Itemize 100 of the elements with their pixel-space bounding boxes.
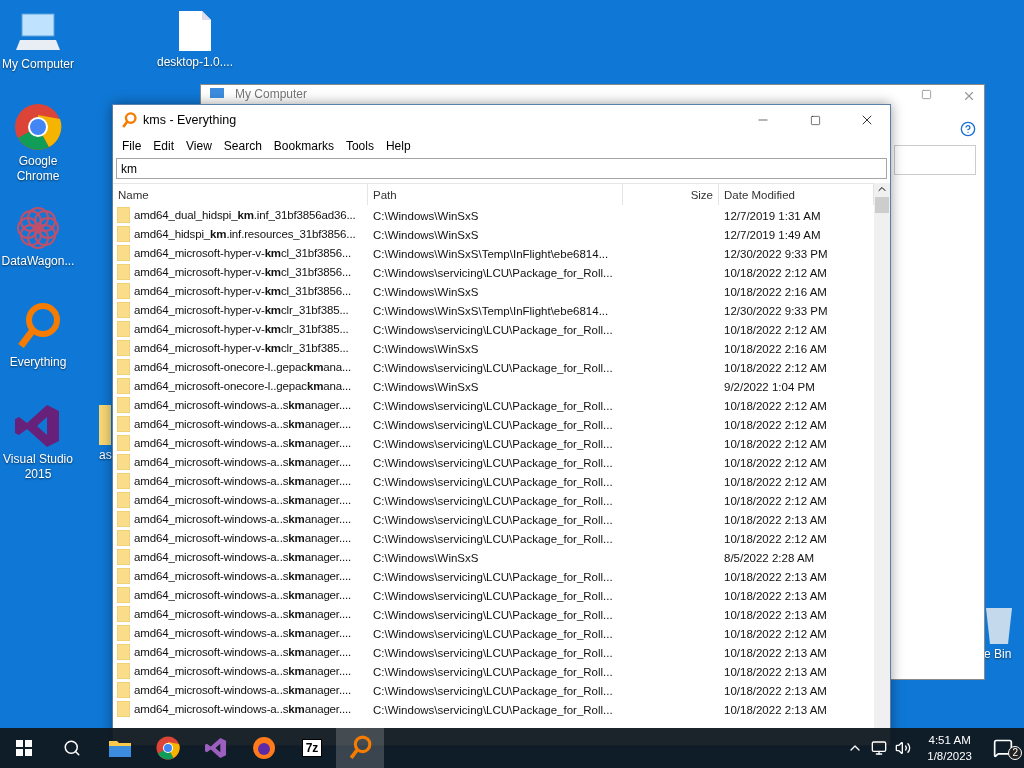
folder-icon bbox=[117, 472, 130, 489]
file-name: amd64_microsoft-windows-a..skmanager.... bbox=[134, 550, 352, 563]
file-name: amd64_microsoft-onecore-l..gepackmana... bbox=[134, 360, 352, 373]
menu-item[interactable]: Bookmarks bbox=[267, 135, 340, 156]
folder-icon bbox=[117, 586, 130, 603]
app-label: 7z bbox=[301, 739, 323, 757]
clock[interactable]: 4:51 AM 1/8/2023 bbox=[919, 732, 980, 764]
file-path: C:\Windows\WinSxS bbox=[372, 380, 479, 393]
date-modified: 10/18/2022 2:13 AM bbox=[723, 646, 827, 659]
file-name: amd64_microsoft-windows-a..skmanager.... bbox=[134, 398, 352, 411]
computer-icon bbox=[209, 87, 225, 101]
windows-icon bbox=[16, 740, 32, 756]
folder-icon bbox=[117, 301, 130, 318]
desktop-icon-label[interactable]: Google Chrome bbox=[0, 154, 78, 184]
file-name: amd64_microsoft-windows-a..skmanager.... bbox=[134, 645, 352, 658]
date-modified: 10/18/2022 2:13 AM bbox=[723, 513, 827, 526]
file-path: C:\Windows\WinSxS bbox=[372, 551, 479, 564]
search-icon bbox=[63, 739, 81, 757]
date-modified: 12/7/2019 1:31 AM bbox=[723, 209, 821, 222]
file-path: C:\Windows\WinSxS bbox=[372, 285, 479, 298]
file-name: amd64_dual_hidspi_km.inf_31bf3856ad36... bbox=[134, 208, 356, 221]
column-header[interactable]: Path bbox=[368, 184, 623, 205]
desktop-icon-label[interactable]: as bbox=[99, 448, 112, 463]
file-path: C:\Windows\servicing\LCU\Package_for_Roll... bbox=[372, 323, 613, 336]
column-header[interactable]: Name bbox=[113, 184, 368, 205]
desktop-icon-label[interactable]: Visual Studio 2015 bbox=[0, 452, 78, 482]
file-path: C:\Windows\servicing\LCU\Package_for_Roll... bbox=[372, 399, 613, 412]
desktop-icon-label[interactable]: e Bin bbox=[984, 647, 1012, 662]
date-modified: 10/18/2022 2:12 AM bbox=[723, 475, 827, 488]
firefox-icon bbox=[252, 736, 276, 760]
date-modified: 10/18/2022 2:13 AM bbox=[723, 703, 827, 716]
date-modified: 9/2/2022 1:04 PM bbox=[723, 380, 815, 393]
menu-item[interactable]: Edit bbox=[147, 135, 181, 156]
network-icon[interactable] bbox=[871, 740, 888, 756]
date-modified: 10/18/2022 2:16 AM bbox=[723, 285, 827, 298]
folder-icon bbox=[117, 358, 130, 375]
desktop-icon-label[interactable]: Everything bbox=[9, 355, 67, 370]
folder-icon bbox=[99, 405, 111, 445]
date-modified: 10/18/2022 2:12 AM bbox=[723, 361, 827, 374]
file-name: amd64_microsoft-windows-a..skmanager.... bbox=[134, 607, 352, 620]
file-path: C:\Windows\servicing\LCU\Package_for_Roll... bbox=[372, 532, 613, 545]
menu-item[interactable]: Help bbox=[379, 135, 417, 156]
date-modified: 10/18/2022 2:13 AM bbox=[723, 684, 827, 697]
menu-item[interactable]: File bbox=[116, 135, 148, 156]
document-icon bbox=[178, 10, 212, 52]
folder-icon bbox=[117, 624, 130, 641]
folder-icon bbox=[117, 434, 130, 451]
file-path: C:\Windows\servicing\LCU\Package_for_Roll... bbox=[372, 361, 613, 374]
file-name: amd64_microsoft-windows-a..skmanager.... bbox=[134, 664, 352, 677]
menu-item[interactable]: View bbox=[180, 135, 218, 156]
date-modified: 10/18/2022 2:13 AM bbox=[723, 665, 827, 678]
file-path: C:\Windows\WinSxS\Temp\InFlight\ebe6814... bbox=[372, 247, 609, 260]
search-field[interactable]: km bbox=[116, 158, 887, 179]
file-name: amd64_microsoft-hyper-v-kmclr_31bf385... bbox=[134, 303, 349, 316]
help-icon[interactable] bbox=[960, 121, 976, 137]
date-modified: 10/18/2022 2:13 AM bbox=[723, 608, 827, 621]
mandala-icon bbox=[15, 205, 61, 251]
folder-icon bbox=[117, 244, 130, 261]
file-path: C:\Windows\servicing\LCU\Package_for_Roll... bbox=[372, 437, 613, 450]
file-path: C:\Windows\servicing\LCU\Package_for_Roll... bbox=[372, 589, 613, 602]
file-name: amd64_hidspi_km.inf.resources_31bf3856... bbox=[134, 227, 356, 240]
menu-item[interactable]: Search bbox=[217, 135, 268, 156]
date-modified: 10/18/2022 2:12 AM bbox=[723, 399, 827, 412]
close-icon[interactable] bbox=[962, 89, 976, 103]
file-path: C:\Windows\servicing\LCU\Package_for_Roll... bbox=[372, 494, 613, 507]
scroll-thumb[interactable] bbox=[875, 197, 889, 213]
desktop-icon-label[interactable]: DataWagon... bbox=[1, 254, 75, 269]
address-field[interactable] bbox=[894, 145, 976, 175]
file-name: amd64_microsoft-hyper-v-kmclr_31bf385... bbox=[134, 322, 349, 335]
volume-icon[interactable] bbox=[895, 740, 912, 756]
taskbar-app[interactable]: 7z bbox=[288, 728, 336, 768]
desktop-icon-label[interactable]: desktop-1.0.... bbox=[156, 55, 233, 70]
folder-icon bbox=[117, 643, 130, 660]
date-modified: 12/7/2019 1:49 AM bbox=[723, 228, 821, 241]
file-name: amd64_microsoft-windows-a..skmanager.... bbox=[134, 683, 352, 696]
date-modified: 10/18/2022 2:13 AM bbox=[723, 589, 827, 602]
menu-item[interactable]: Tools bbox=[339, 135, 380, 156]
folder-icon bbox=[117, 681, 130, 698]
desktop-icon-label[interactable]: My Computer bbox=[2, 57, 74, 72]
file-path: C:\Windows\servicing\LCU\Package_for_Roll... bbox=[372, 475, 613, 488]
date-modified: 10/18/2022 2:13 AM bbox=[723, 570, 827, 583]
file-name: amd64_microsoft-windows-a..skmanager.... bbox=[134, 474, 352, 487]
folder-icon bbox=[117, 320, 130, 337]
magnifier-icon bbox=[348, 735, 372, 761]
date-modified: 10/18/2022 2:12 AM bbox=[723, 437, 827, 450]
file-path: C:\Windows\WinSxS\Temp\InFlight\ebe6814... bbox=[372, 304, 609, 317]
file-path: C:\Windows\servicing\LCU\Package_for_Roll... bbox=[372, 703, 613, 716]
folder-icon bbox=[117, 206, 130, 223]
folder-icon bbox=[117, 415, 130, 432]
file-path: C:\Windows\servicing\LCU\Package_for_Roll... bbox=[372, 418, 613, 431]
file-path: C:\Windows\servicing\LCU\Package_for_Roll... bbox=[372, 627, 613, 640]
file-path: C:\Windows\servicing\LCU\Package_for_Roll... bbox=[372, 665, 613, 678]
visual-studio-icon bbox=[205, 737, 227, 759]
folder-icon bbox=[117, 510, 130, 527]
notification-count: 2 bbox=[1008, 746, 1022, 760]
file-path: C:\Windows\WinSxS bbox=[372, 209, 479, 222]
file-name: amd64_microsoft-windows-a..skmanager.... bbox=[134, 436, 352, 449]
chrome-icon bbox=[156, 736, 180, 760]
notification-icon[interactable] bbox=[993, 738, 1013, 758]
column-header[interactable]: Size bbox=[623, 184, 719, 205]
